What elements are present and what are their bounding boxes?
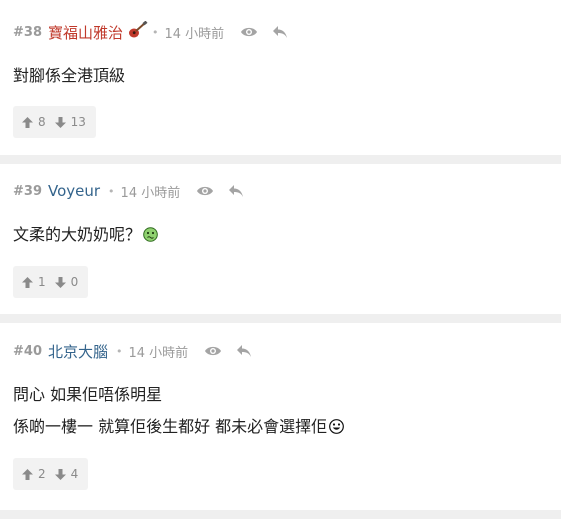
post-number[interactable]: #38 (13, 25, 42, 40)
thumb-down-arrow-icon (54, 468, 66, 480)
thread: #38 寶福山雅治 • 14 小時前 對腳係全港頂級 8 13 #39 Voye… (0, 0, 561, 519)
downvote-count: 0 (70, 275, 79, 289)
grin-emoji-icon (329, 418, 345, 440)
reply-arrow-icon[interactable] (228, 184, 244, 198)
upvote-count: 8 (38, 115, 46, 129)
post-time: 14 小時前 (128, 345, 189, 361)
upvote-button[interactable]: 8 (22, 115, 46, 129)
post-time: 14 小時前 (164, 26, 225, 42)
separator-dot: • (152, 25, 159, 39)
vote-box: 1 0 (13, 266, 89, 298)
thumb-up-arrow-icon (22, 276, 33, 288)
reply-arrow-icon[interactable] (272, 25, 288, 39)
thumb-down-arrow-icon (54, 276, 66, 288)
content-line: 文柔的大奶奶呢？ (13, 224, 158, 256)
content-line: 問心 如果佢唔係明星 (13, 385, 163, 404)
content-line: 對腳係全港頂級 (13, 66, 126, 85)
separator-dot: • (108, 184, 115, 198)
upvote-button[interactable]: 1 (22, 275, 46, 289)
upvote-count: 2 (38, 467, 46, 481)
post-39: #39 Voyeur • 14 小時前 文柔的大奶奶呢？ 1 0 (0, 164, 561, 314)
post-header: #39 Voyeur • 14 小時前 (13, 181, 258, 201)
post-content: 對腳係全港頂級 (13, 65, 125, 97)
post-time: 14 小時前 (120, 185, 181, 201)
downvote-button[interactable]: 13 (54, 115, 86, 129)
separator-dot: • (116, 344, 123, 358)
vote-box: 8 13 (13, 106, 96, 138)
vote-box: 2 4 (13, 458, 89, 490)
thumb-up-arrow-icon (22, 116, 33, 128)
post-40: #40 北京大腦 • 14 小時前 問心 如果佢唔係明星 係啲一樓一 就算佢後生… (0, 323, 561, 510)
thumb-down-arrow-icon (54, 116, 66, 128)
downvote-button[interactable]: 0 (54, 275, 79, 289)
downvote-count: 4 (70, 467, 79, 481)
guitar-icon (128, 20, 148, 43)
author-name[interactable]: 寶福山雅治 (48, 22, 123, 43)
post-content: 問心 如果佢唔係明星 係啲一樓一 就算佢後生都好 都未必會選擇佢 (13, 384, 345, 448)
sick-emoji-icon (143, 226, 158, 248)
downvote-button[interactable]: 4 (54, 467, 79, 481)
post-header: #38 寶福山雅治 • 14 小時前 (13, 20, 302, 43)
content-line: 係啲一樓一 就算佢後生都好 都未必會選擇佢 (13, 416, 345, 448)
eye-icon[interactable] (196, 185, 214, 197)
upvote-count: 1 (38, 275, 46, 289)
author-name[interactable]: Voyeur (48, 182, 100, 200)
eye-icon[interactable] (240, 26, 258, 38)
reply-arrow-icon[interactable] (236, 344, 252, 358)
thumb-up-arrow-icon (22, 468, 33, 480)
eye-icon[interactable] (204, 345, 222, 357)
downvote-count: 13 (70, 115, 86, 129)
post-number[interactable]: #40 (13, 344, 42, 359)
post-number[interactable]: #39 (13, 184, 42, 199)
content-text: 文柔的大奶奶呢？ (13, 225, 142, 244)
upvote-button[interactable]: 2 (22, 467, 46, 481)
post-content: 文柔的大奶奶呢？ (13, 224, 158, 256)
content-text: 係啲一樓一 就算佢後生都好 都未必會選擇佢 (13, 417, 328, 436)
author-name[interactable]: 北京大腦 (48, 341, 108, 362)
post-header: #40 北京大腦 • 14 小時前 (13, 341, 266, 361)
post-38: #38 寶福山雅治 • 14 小時前 對腳係全港頂級 8 13 (0, 0, 561, 155)
